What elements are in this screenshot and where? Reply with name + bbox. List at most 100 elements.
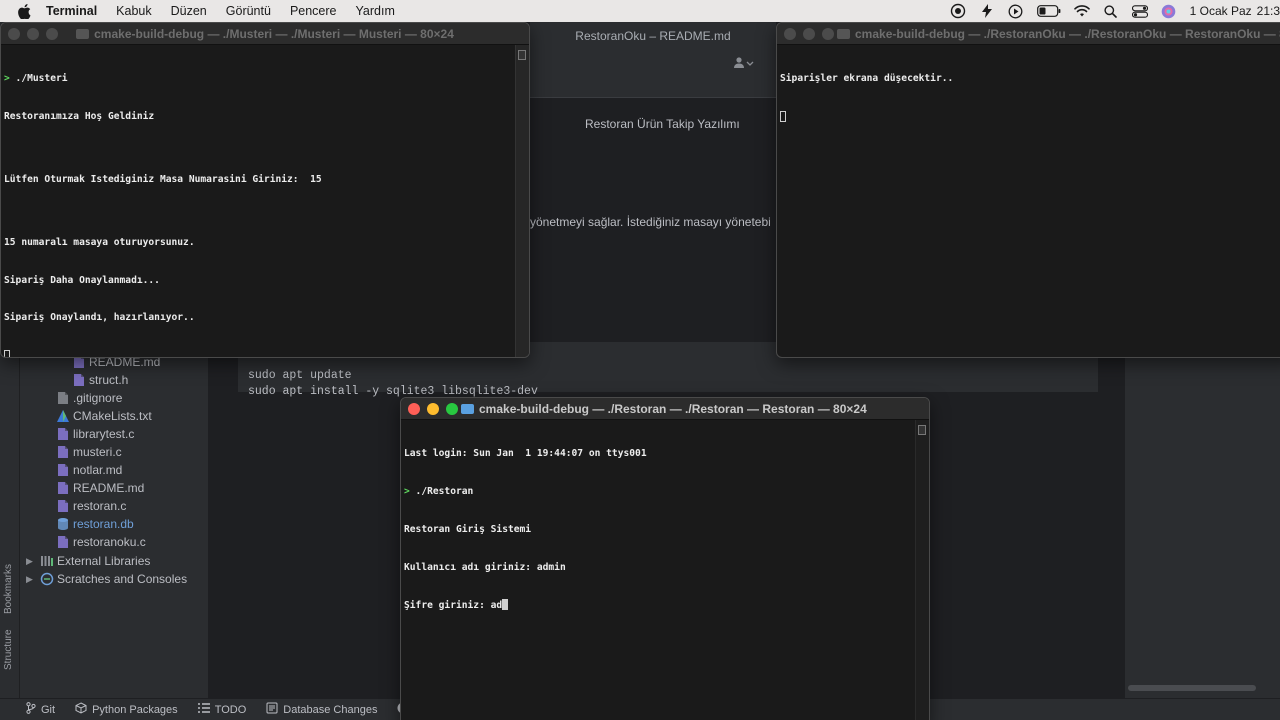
energy-bolt-icon[interactable] bbox=[979, 3, 995, 19]
tree-item-file[interactable]: README.md bbox=[56, 479, 144, 497]
terminal-window-musteri[interactable]: cmake-build-debug — ./Musteri — ./Muster… bbox=[0, 22, 530, 358]
terminal-titlebar[interactable]: cmake-build-debug — ./RestoranOku — ./Re… bbox=[777, 23, 1280, 45]
todo-tab[interactable]: TODO bbox=[197, 703, 246, 716]
cmake-icon bbox=[56, 409, 70, 423]
tree-item-file[interactable]: librarytest.c bbox=[56, 425, 134, 443]
terminal-cursor bbox=[4, 350, 10, 357]
apple-menu-icon[interactable] bbox=[16, 3, 32, 19]
python-packages-icon bbox=[75, 702, 87, 717]
horizontal-scrollbar[interactable] bbox=[1128, 685, 1256, 691]
terminal-line: Restoran Giriş Sistemi bbox=[404, 523, 532, 535]
terminal-output[interactable]: > ./Musteri Restoranımıza Hoş Geldiniz L… bbox=[1, 45, 529, 357]
terminal-line: > ./Restoran bbox=[404, 485, 474, 497]
tree-item-file[interactable]: notlar.md bbox=[56, 461, 122, 479]
readme-paragraph: yönetmeyi sağlar. İstediğiniz masayı yön… bbox=[530, 215, 771, 229]
file-icon bbox=[56, 499, 70, 513]
tree-item-file[interactable]: restoran.db bbox=[56, 515, 134, 533]
minimize-button[interactable] bbox=[427, 403, 439, 415]
readme-toolbar bbox=[530, 50, 776, 98]
tree-item-external-libraries[interactable]: External Libraries bbox=[40, 552, 150, 570]
tree-item-label: notlar.md bbox=[73, 463, 123, 477]
terminal-window-restoranoku[interactable]: cmake-build-debug — ./RestoranOku — ./Re… bbox=[776, 22, 1280, 358]
bookmarks-tab[interactable]: Bookmarks bbox=[3, 564, 14, 614]
menu-terminal[interactable]: Terminal bbox=[46, 4, 97, 18]
readme-heading: Restoran Ürün Takip Yazılımı bbox=[585, 117, 740, 131]
terminal-output[interactable]: Siparişler ekrana düşecektir.. bbox=[777, 45, 1280, 153]
tree-item-scratches[interactable]: Scratches and Consoles bbox=[40, 570, 187, 588]
menu-duzen[interactable]: Düzen bbox=[171, 4, 207, 18]
terminal-line: Sipariş Onaylandı, hazırlanıyor.. bbox=[4, 312, 195, 324]
tree-item-file[interactable]: struct.h bbox=[72, 371, 128, 389]
database-changes-tab[interactable]: Database Changes bbox=[266, 702, 377, 717]
control-center-icon[interactable] bbox=[1131, 3, 1148, 19]
scratches-icon bbox=[40, 572, 54, 586]
terminal-scrollbar[interactable] bbox=[915, 420, 929, 720]
tree-item-label: .gitignore bbox=[73, 391, 123, 405]
menu-kabuk[interactable]: Kabuk bbox=[116, 4, 151, 18]
account-icon[interactable] bbox=[734, 56, 754, 74]
tree-item-label: CMakeLists.txt bbox=[73, 409, 152, 423]
file-icon bbox=[56, 535, 70, 549]
readme-tab-title[interactable]: RestoranOku – README.md bbox=[530, 22, 776, 50]
terminal-line: Sipariş Daha Onaylanmadı... bbox=[4, 274, 160, 286]
minimize-button[interactable] bbox=[803, 28, 815, 40]
database-changes-label: Database Changes bbox=[283, 703, 378, 716]
tree-item-label: musteri.c bbox=[73, 445, 122, 459]
menu-yardim[interactable]: Yardım bbox=[356, 4, 395, 18]
terminal-line: 15 numaralı masaya oturuyorsunuz. bbox=[4, 236, 195, 248]
terminal-line: Şifre giriniz: ad bbox=[404, 599, 926, 613]
terminal-title: cmake-build-debug — ./Restoran — ./Resto… bbox=[401, 402, 929, 416]
file-icon bbox=[56, 391, 70, 405]
menu-bar: Terminal Kabuk Düzen Görüntü Pencere Yar… bbox=[0, 0, 1280, 22]
terminal-titlebar[interactable]: cmake-build-debug — ./Restoran — ./Resto… bbox=[401, 398, 929, 420]
close-button[interactable] bbox=[408, 403, 420, 415]
tree-item-file[interactable]: restoranoku.c bbox=[56, 533, 146, 551]
database-changes-icon bbox=[266, 702, 278, 717]
siri-icon[interactable] bbox=[1161, 3, 1177, 19]
todo-list-icon bbox=[197, 703, 210, 716]
git-label: Git bbox=[41, 703, 56, 716]
tree-item-file[interactable]: restoran.c bbox=[56, 497, 126, 515]
minimize-button[interactable] bbox=[27, 28, 39, 40]
tree-item-file[interactable]: CMakeLists.txt bbox=[56, 407, 152, 425]
close-button[interactable] bbox=[8, 28, 20, 40]
scroll-split-icon[interactable] bbox=[918, 425, 926, 435]
menubar-time[interactable]: 21:3 bbox=[1257, 4, 1280, 18]
screen-recorder-icon[interactable] bbox=[950, 3, 966, 19]
file-icon bbox=[56, 445, 70, 459]
folder-icon bbox=[837, 28, 850, 39]
zoom-button[interactable] bbox=[446, 403, 458, 415]
zoom-button[interactable] bbox=[822, 28, 834, 40]
structure-tab[interactable]: Structure bbox=[3, 629, 14, 670]
spotlight-search-icon[interactable] bbox=[1103, 3, 1119, 19]
chevron-right-icon[interactable]: ▶ bbox=[26, 574, 33, 585]
menu-goruntu[interactable]: Görüntü bbox=[226, 4, 271, 18]
tree-item-label: README.md bbox=[73, 481, 145, 495]
menubar-date[interactable]: 1 Ocak Paz bbox=[1190, 4, 1252, 18]
now-playing-icon[interactable] bbox=[1008, 3, 1024, 19]
zoom-button[interactable] bbox=[46, 28, 58, 40]
close-button[interactable] bbox=[784, 28, 796, 40]
folder-icon bbox=[76, 28, 90, 39]
tree-item-label: External Libraries bbox=[57, 554, 151, 568]
git-tab[interactable]: Git bbox=[26, 702, 55, 717]
folder-icon bbox=[461, 403, 474, 414]
chevron-right-icon[interactable]: ▶ bbox=[26, 556, 33, 567]
tree-item-file[interactable]: .gitignore bbox=[56, 389, 122, 407]
tree-item-file[interactable]: musteri.c bbox=[56, 443, 122, 461]
library-icon bbox=[40, 554, 54, 568]
file-icon bbox=[72, 373, 86, 387]
terminal-scrollbar[interactable] bbox=[515, 45, 529, 357]
terminal-window-restoran[interactable]: cmake-build-debug — ./Restoran — ./Resto… bbox=[400, 397, 930, 720]
terminal-output[interactable]: Last login: Sun Jan 1 19:44:07 on ttys00… bbox=[401, 420, 929, 641]
scroll-split-icon[interactable] bbox=[518, 50, 526, 60]
file-icon bbox=[56, 427, 70, 441]
python-packages-label: Python Packages bbox=[92, 703, 178, 716]
tree-item-label: Scratches and Consoles bbox=[57, 572, 188, 586]
terminal-titlebar[interactable]: cmake-build-debug — ./Musteri — ./Muster… bbox=[1, 23, 529, 45]
tree-item-label: librarytest.c bbox=[73, 427, 135, 441]
battery-icon[interactable] bbox=[1036, 3, 1061, 19]
python-packages-tab[interactable]: Python Packages bbox=[75, 702, 178, 717]
wifi-icon[interactable] bbox=[1073, 3, 1090, 19]
menu-pencere[interactable]: Pencere bbox=[290, 4, 337, 18]
